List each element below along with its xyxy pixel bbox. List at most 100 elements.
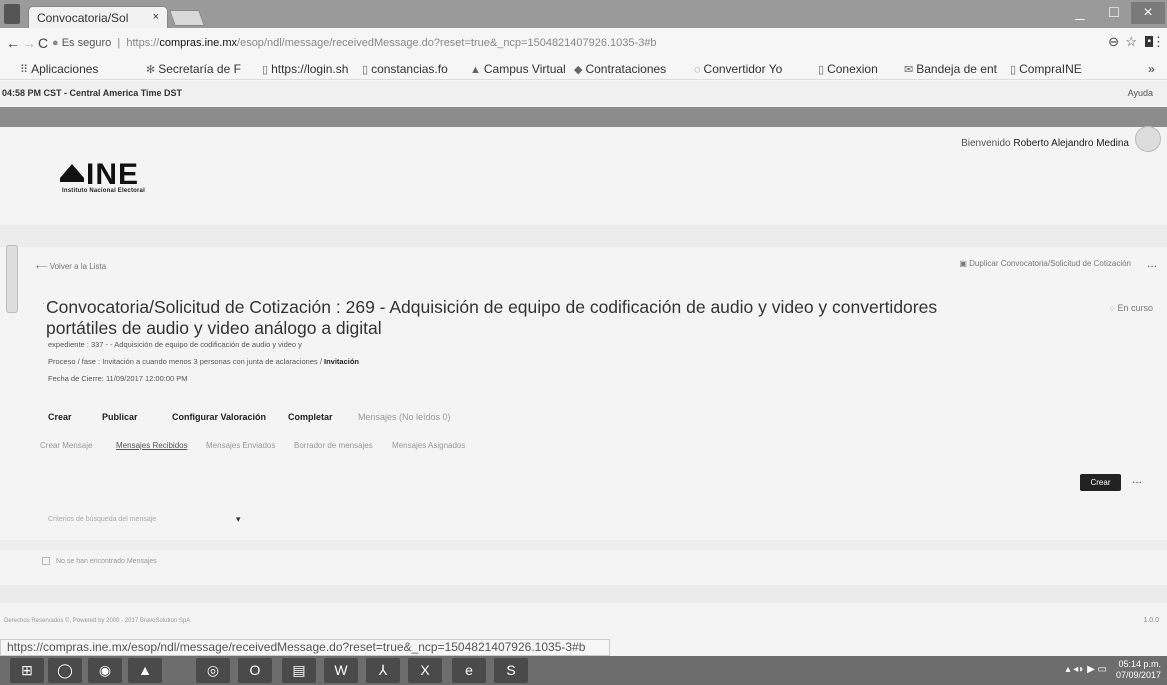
clock-date: 07/09/2017	[1115, 670, 1161, 680]
meta-fecha-cierre: Fecha de Cierre: 11/09/2017 12:00:00 PM	[48, 374, 188, 383]
bookmarks-overflow-icon[interactable]: »	[1148, 62, 1155, 76]
forward-arrow-icon[interactable]: →	[22, 35, 36, 51]
bookmarks-bar: ⠿ Aplicaciones ✻ Secretaría de F ▯ https://lo…	[0, 58, 1167, 80]
ie-icon[interactable]: e	[452, 658, 486, 683]
search-criteria-label: Criterios de búsqueda del mensaje	[48, 516, 157, 523]
convert-icon: ◌	[694, 64, 701, 76]
close-window-button[interactable]: ×	[1131, 2, 1165, 24]
back-icon: ⟵	[36, 262, 48, 271]
bookmark-label: CompraINE	[1019, 62, 1082, 76]
create-message-button[interactable]: Crear	[1080, 474, 1121, 491]
back-arrow-icon[interactable]: ←	[6, 35, 20, 51]
seal-icon: ✻	[146, 64, 156, 76]
url-input[interactable]: ● Es seguro | https://compras.ine.mx/eso…	[52, 32, 1082, 54]
welcome-prefix: Bienvenido	[961, 138, 1011, 149]
status-text: En curso	[1117, 303, 1153, 313]
select-all-checkbox[interactable]	[42, 557, 50, 565]
url-host: compras.ine.mx	[159, 37, 238, 49]
search-criteria-toggle[interactable]: Criterios de búsqueda del mensaje ▾	[48, 514, 241, 524]
bookmark-item[interactable]: ▯ Conexion	[818, 62, 878, 76]
subtab-crear-mensaje[interactable]: Crear Mensaje	[40, 441, 92, 450]
taskbar-clock[interactable]: 05:14 p.m. 07/09/2017	[1116, 659, 1161, 681]
page-icon: ▯	[818, 64, 825, 76]
footer-copyright: Derechos Reservados ©, Powered by 2000 -…	[4, 618, 191, 624]
page-icon: ▯	[1010, 64, 1017, 76]
empty-state-text: No se han encontrado Mensajes	[56, 558, 157, 565]
bookmark-label: Conexion	[827, 62, 878, 76]
tab-publicar[interactable]: Publicar	[102, 412, 138, 422]
start-button[interactable]: ⊞	[10, 658, 44, 683]
version-label: 1.0.0	[1143, 617, 1159, 624]
zoom-icon[interactable]: ⊖	[1108, 34, 1119, 50]
meta-expediente-text: expediente : 337 - - Adquisición de equi…	[48, 340, 302, 349]
tab-crear[interactable]: Crear	[48, 412, 72, 422]
folder-icon[interactable]: ▤	[282, 658, 316, 683]
bookmark-item[interactable]: ▯ https://login.sh	[262, 62, 348, 76]
tab-close-icon[interactable]: ×	[153, 11, 159, 23]
empty-state: No se han encontrado Mensajes	[42, 557, 157, 565]
status-dot-icon: ○	[1109, 303, 1115, 313]
browser-tab[interactable]: Convocatoria/Sol ×	[28, 6, 168, 28]
status-url-tooltip: https://compras.ine.mx/esop/ndl/message/…	[0, 639, 610, 656]
bookmark-label: Secretaría de F	[158, 62, 241, 76]
bookmark-item[interactable]: ▯ CompraINE	[1010, 62, 1082, 76]
maximize-button[interactable]: □	[1097, 2, 1131, 24]
tab-mensajes[interactable]: Mensajes (No leídos 0)	[358, 412, 451, 422]
minimize-button[interactable]: _	[1063, 2, 1097, 24]
welcome-text: Bienvenido Roberto Alejandro Medina	[961, 138, 1129, 149]
bookmark-star-icon[interactable]: ☆	[1125, 34, 1137, 50]
logo-mark-icon	[60, 164, 84, 178]
bookmark-item[interactable]: ✉ Bandeja de ent	[904, 62, 997, 76]
windows-taskbar: ▴ ◂◗ ▶ ▭ 05:14 p.m. 07/09/2017 ⊞ ◯ ◉ ▲ ◎ O ▤ W ⅄…	[0, 656, 1167, 685]
help-link[interactable]: Ayuda	[1128, 88, 1153, 98]
tab-configurar-valoracion[interactable]: Configurar Valoración	[172, 412, 266, 422]
header-band	[0, 107, 1167, 127]
user-name[interactable]: Roberto Alejandro Medina	[1013, 138, 1129, 149]
duplicate-link-label: Duplicar Convocatoria/Solicitud de Cotiz…	[969, 259, 1131, 268]
bookmark-item[interactable]: ⠿ Aplicaciones	[20, 62, 98, 76]
pdf-icon[interactable]: ⅄	[366, 658, 400, 683]
new-tab-button[interactable]	[169, 10, 205, 26]
subtab-mensajes-enviados[interactable]: Mensajes Enviados	[206, 441, 275, 450]
bookmark-label: https://login.sh	[271, 62, 349, 76]
chevron-down-icon[interactable]: ▾	[236, 514, 241, 525]
list-header-band	[0, 540, 1167, 550]
outlook-icon[interactable]: O	[238, 658, 272, 683]
ine-logo: INE Instituto Nacional Electoral	[60, 158, 200, 200]
chrome-icon[interactable]: ◎	[196, 658, 230, 683]
reload-icon[interactable]: C	[38, 35, 48, 51]
meta-proceso-phase: Invitación	[324, 357, 360, 366]
time-strip: 04:58 PM CST - Central America Time DST …	[0, 81, 1167, 105]
bookmark-item[interactable]: ◌ Convertidor Yo	[694, 62, 782, 76]
back-to-list-link[interactable]: ⟵ Volver a la Lista	[36, 262, 106, 271]
duplicate-link[interactable]: ▣ Duplicar Convocatoria/Solicitud de Cot…	[959, 259, 1131, 268]
logo-word: INE	[86, 158, 140, 191]
menu-icon[interactable]: ⋮	[1152, 34, 1165, 50]
app-icon[interactable]: ▲	[128, 658, 162, 683]
tab-completar[interactable]: Completar	[288, 412, 333, 422]
skype-icon[interactable]: S	[494, 658, 528, 683]
side-panel-handle[interactable]	[6, 245, 18, 313]
more-options-button[interactable]: ...	[1147, 256, 1157, 270]
mail-icon: ✉	[904, 64, 914, 76]
bookmark-item[interactable]: ◆ Contrataciones	[574, 62, 666, 76]
bookmark-item[interactable]: ▲ Campus Virtual	[470, 62, 566, 76]
page-icon: ▯	[362, 64, 369, 76]
subtab-mensajes-recibidos[interactable]: Mensajes Recibidos	[116, 441, 188, 450]
browser-titlebar: Convocatoria/Sol × _ □ ×	[0, 0, 1167, 28]
bookmark-item[interactable]: ✻ Secretaría de F	[146, 62, 241, 76]
excel-icon[interactable]: X	[408, 658, 442, 683]
bookmark-label: Convertidor Yo	[703, 62, 783, 76]
bookmark-item[interactable]: ▯ constancias.fo	[362, 62, 448, 76]
word-icon[interactable]: W	[324, 658, 358, 683]
bookmark-label: constancias.fo	[371, 62, 448, 76]
browser-icon[interactable]: ◉	[88, 658, 122, 683]
ine-icon: ◆	[574, 64, 583, 76]
subtab-borrador[interactable]: Borrador de mensajes	[294, 441, 373, 450]
cortana-icon[interactable]: ◯	[48, 658, 82, 683]
system-tray[interactable]: ▴ ◂◗ ▶ ▭	[1065, 664, 1107, 675]
avatar[interactable]	[1135, 126, 1161, 152]
subtab-asignados[interactable]: Mensajes Asignados	[392, 441, 465, 450]
more-actions-button[interactable]: ...	[1132, 472, 1142, 486]
tab-title: Convocatoria/Sol	[37, 11, 129, 25]
